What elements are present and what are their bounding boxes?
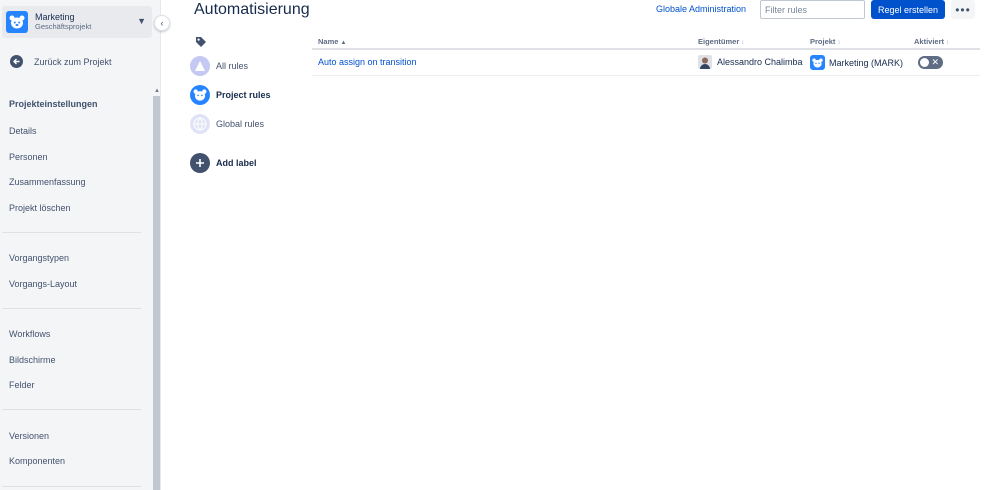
project-name: Marketing <box>35 12 75 22</box>
create-rule-button[interactable]: Regel erstellen <box>871 0 945 19</box>
project-rules-label: Project rules <box>216 90 271 100</box>
global-administration-link[interactable]: Globale Administration <box>656 4 746 14</box>
sort-arrow-icon: ↕ <box>837 40 841 46</box>
divider <box>2 409 141 410</box>
column-header-enabled[interactable]: Aktiviert ↕ <box>914 37 949 46</box>
column-name-label: Name <box>318 37 339 46</box>
column-project-label: Projekt <box>810 37 836 46</box>
rule-enabled-toggle[interactable]: ✕ <box>918 56 943 69</box>
filter-all-rules[interactable]: All rules <box>190 56 248 76</box>
sidebar-item-versionen[interactable]: Versionen <box>9 431 49 441</box>
sidebar-item-details[interactable]: Details <box>9 126 37 136</box>
project-type: Geschäftsprojekt <box>35 22 92 31</box>
app-root: Marketing Geschäftsprojekt ▼ Zurück zum … <box>0 0 998 490</box>
rule-name-cell: Auto assign on transition <box>318 57 417 67</box>
global-rules-label: Global rules <box>216 119 265 129</box>
project-avatar-icon <box>6 11 28 33</box>
chevron-left-icon: ‹ <box>160 18 164 28</box>
sidebar-item-personen[interactable]: Personen <box>9 152 48 162</box>
add-label-button[interactable]: Add label <box>190 153 257 173</box>
sort-arrow-icon: ▲ <box>340 40 347 46</box>
plus-icon <box>190 153 210 173</box>
filter-global-rules[interactable]: Global rules <box>190 114 264 134</box>
column-enabled-label: Aktiviert <box>914 37 945 46</box>
sidebar: Marketing Geschäftsprojekt ▼ Zurück zum … <box>0 0 161 490</box>
sidebar-item-felder[interactable]: Felder <box>9 380 35 390</box>
sort-arrow-icon: ↕ <box>741 40 745 46</box>
sidebar-item-workflows[interactable]: Workflows <box>9 329 50 339</box>
project-switcher[interactable]: Marketing Geschäftsprojekt ▼ <box>2 6 152 38</box>
sidebar-item-projekt-loeschen[interactable]: Projekt löschen <box>9 203 71 213</box>
all-rules-icon <box>190 56 210 76</box>
project-avatar-icon <box>810 55 825 70</box>
project-cell: Marketing (MARK) <box>810 55 903 70</box>
back-to-project-link[interactable]: Zurück zum Projekt <box>10 55 112 68</box>
tag-icon <box>196 37 206 47</box>
all-rules-label: All rules <box>216 61 249 71</box>
sort-arrow-icon: ↕ <box>946 40 950 46</box>
sidebar-item-zusammenfassung[interactable]: Zusammenfassung <box>9 177 86 187</box>
sidebar-item-bildschirme[interactable]: Bildschirme <box>9 355 56 365</box>
owner-name: Alessandro Chalimba <box>717 57 803 67</box>
filter-project-rules[interactable]: Project rules <box>190 85 271 105</box>
sidebar-scrollbar[interactable] <box>153 96 160 490</box>
sidebar-item-komponenten[interactable]: Komponenten <box>9 456 65 466</box>
add-label-text: Add label <box>216 158 257 168</box>
table-row[interactable]: Auto assign on transition Alessandro Cha… <box>312 50 980 76</box>
ellipsis-icon: ••• <box>955 2 971 17</box>
column-header-owner[interactable]: Eigentümer ↕ <box>698 37 744 46</box>
back-link-label: Zurück zum Projekt <box>34 56 112 67</box>
globe-icon <box>190 114 210 134</box>
scroll-up-arrow-icon[interactable]: ▲ <box>154 88 160 94</box>
table-header: Name ▲ Eigentümer ↕ Projekt ↕ Aktiviert ↕ <box>312 34 980 50</box>
column-header-project[interactable]: Projekt ↕ <box>810 37 840 46</box>
divider <box>2 308 141 309</box>
project-name-cell: Marketing (MARK) <box>829 57 904 68</box>
arrow-left-icon <box>10 55 23 68</box>
divider <box>2 486 141 487</box>
rules-table: Name ▲ Eigentümer ↕ Projekt ↕ Aktiviert ↕ Au… <box>312 34 980 76</box>
collapse-sidebar-button[interactable]: ‹ <box>154 15 170 31</box>
page-title: Automatisierung <box>194 1 310 18</box>
settings-heading: Projekteinstellungen <box>9 99 98 109</box>
close-icon: ✕ <box>931 57 939 67</box>
column-owner-label: Eigentümer <box>698 37 740 46</box>
column-header-name[interactable]: Name ▲ <box>318 37 346 46</box>
avatar <box>698 55 712 69</box>
divider <box>2 232 141 233</box>
project-rules-icon <box>190 85 210 105</box>
chevron-down-icon: ▼ <box>137 16 146 26</box>
rule-name-link[interactable]: Auto assign on transition <box>318 57 417 67</box>
owner-cell: Alessandro Chalimba <box>698 55 803 69</box>
sidebar-item-vorgangstypen[interactable]: Vorgangstypen <box>9 253 69 263</box>
toggle-knob <box>920 58 929 67</box>
more-options-button[interactable]: ••• <box>951 0 975 19</box>
filter-rules-input[interactable] <box>760 0 865 19</box>
sidebar-item-vorgangs-layout[interactable]: Vorgangs-Layout <box>9 279 77 289</box>
